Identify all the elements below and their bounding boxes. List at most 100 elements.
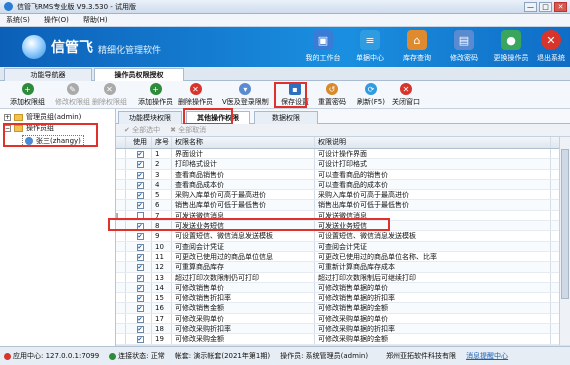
use-cell[interactable]: ✔ xyxy=(126,324,152,334)
use-checkbox[interactable]: ✔ xyxy=(136,181,144,189)
delete-group-button[interactable]: ✕ 删除权限组 xyxy=(92,83,127,107)
filler-cell xyxy=(551,159,559,168)
logo-slogan: 精细化管理软件 xyxy=(98,45,162,56)
message-center-link[interactable]: 消息提醒中心 xyxy=(466,351,508,361)
row-indicator xyxy=(116,149,126,159)
use-cell[interactable]: ✔ xyxy=(126,200,152,210)
tab-operator-auth[interactable]: 操作员权限授权 xyxy=(94,68,184,82)
nav-stock-query[interactable]: ⌂ 库存查询 xyxy=(394,30,440,63)
table-row[interactable]: ✔ 12 可重算商品库存 可重新计算商品库存成本 xyxy=(116,262,559,273)
status-bar: 应用中心: 127.0.0.1:7099 连接状态: 正常 帐套: 演示帐套(2… xyxy=(0,346,570,365)
reset-icon: ↺ xyxy=(326,83,338,95)
use-checkbox[interactable]: ✔ xyxy=(136,264,144,272)
add-operator-button[interactable]: + 添加操作员 xyxy=(138,83,173,107)
reset-password-button[interactable]: ↺ 重置密码 xyxy=(318,83,346,107)
filler-cell xyxy=(551,334,559,343)
use-cell[interactable]: ✔ xyxy=(126,169,152,179)
use-checkbox[interactable]: ✔ xyxy=(136,326,144,334)
use-checkbox[interactable]: ✔ xyxy=(136,151,144,158)
close-window-button[interactable]: ✕ xyxy=(554,2,567,12)
minimize-button[interactable]: — xyxy=(524,2,537,12)
use-cell[interactable]: ✔ xyxy=(126,190,152,200)
delete-operator-button[interactable]: ✕ 删除操作员 xyxy=(178,83,213,107)
table-row[interactable]: ✔ 10 可查阅会计凭证 可查阅会计凭证 xyxy=(116,241,559,252)
permission-name: 可查阅会计凭证 xyxy=(172,241,315,251)
table-row[interactable]: ✔ 2 打印格式设计 可设计打印格式 xyxy=(116,159,559,170)
use-checkbox[interactable]: ✔ xyxy=(136,305,144,313)
use-checkbox[interactable]: ✔ xyxy=(136,161,144,169)
nav-exit-system[interactable]: ✕ 退出系统 xyxy=(528,30,570,63)
tree-node-admin-group[interactable]: + 管理员组(admin) xyxy=(4,112,81,122)
use-cell[interactable]: ✔ xyxy=(126,334,152,344)
permission-desc: 可以查看商品的成本价 xyxy=(315,179,551,190)
menu-system[interactable]: 系统(S) xyxy=(6,15,30,25)
table-row[interactable]: ✔ 4 查看商品成本价 可以查看商品的成本价 xyxy=(116,179,559,191)
use-cell[interactable]: ✔ xyxy=(126,282,152,293)
use-checkbox[interactable]: ✔ xyxy=(136,233,144,241)
grid-header: 使用 序号 权限名称 权限说明 xyxy=(116,137,559,149)
use-checkbox[interactable]: ✔ xyxy=(136,336,144,344)
table-row[interactable]: ✔ 9 可设置短信、微信消息发送模板 可设置短信、微信消息发送模板 xyxy=(116,231,559,242)
add-user-icon: + xyxy=(149,83,162,95)
use-cell[interactable]: ✔ xyxy=(126,313,152,324)
use-checkbox[interactable]: ✔ xyxy=(136,253,144,261)
tab-data-permission[interactable]: 数据权限 xyxy=(254,111,318,124)
table-row[interactable]: ✔ 5 采购入库单价可高于最高进价 采购入库单价可高于最高进价 xyxy=(116,190,559,201)
use-cell[interactable]: ✔ xyxy=(126,241,152,251)
table-row[interactable]: ✔ 16 可修改销售金额 可修改销售单据的金额 xyxy=(116,303,559,314)
table-row[interactable]: ✔ 1 界面设计 可设计操作界面 xyxy=(116,149,559,160)
status-operator: 操作员: 系统管理员(admin) xyxy=(280,352,369,360)
table-row[interactable]: ✔ 13 超过打印次数限制仍可打印 超过打印次数限制后可继续打印 xyxy=(116,272,559,283)
use-cell[interactable]: ✔ xyxy=(126,149,152,159)
header-use[interactable]: 使用 xyxy=(126,137,152,148)
use-checkbox[interactable]: ✔ xyxy=(136,315,144,323)
use-cell[interactable]: ✔ xyxy=(126,272,152,282)
row-indicator xyxy=(116,190,126,200)
table-row[interactable]: ✔ 3 查看商品销售价 可以查看商品的销售价 xyxy=(116,169,559,180)
table-row[interactable]: ✔ 11 可更改已使用过的商品单位信息 可更改已使用过的商品单位名称、比率 xyxy=(116,251,559,263)
maximize-button[interactable]: □ xyxy=(539,2,552,12)
login-limit-button[interactable]: ▾ V医及登录限制 xyxy=(222,83,269,107)
use-cell[interactable]: ✔ xyxy=(126,293,152,303)
edit-group-button[interactable]: ✎ 修改权限组 xyxy=(55,83,90,107)
use-cell[interactable]: ✔ xyxy=(126,179,152,190)
scroll-thumb[interactable] xyxy=(561,149,569,299)
table-row[interactable]: ✔ 17 可修改采购单价 可修改采购单据的单价 xyxy=(116,313,559,325)
add-group-button[interactable]: + 添加权限组 xyxy=(10,83,45,107)
header-name[interactable]: 权限名称 xyxy=(172,137,315,148)
menu-help[interactable]: 帮助(H) xyxy=(83,15,108,25)
close-window-tool-button[interactable]: ✕ 关闭窗口 xyxy=(392,83,420,107)
table-row[interactable]: ✔ 14 可修改销售单价 可修改销售单据的单价 xyxy=(116,282,559,294)
table-row[interactable]: ✔ 6 销售出库单价可低于最低售价 销售出库单价可低于最低售价 xyxy=(116,200,559,211)
nav-change-password[interactable]: ▤ 修改密码 xyxy=(441,30,487,63)
cancel-all-button[interactable]: ✖ 全部取消 xyxy=(170,125,206,135)
header-no[interactable]: 序号 xyxy=(152,137,172,148)
menu-operation[interactable]: 操作(O) xyxy=(44,15,69,25)
use-cell[interactable]: ✔ xyxy=(126,231,152,241)
table-row[interactable]: ✔ 19 可修改采购金额 可修改采购单据的金额 xyxy=(116,334,559,345)
use-checkbox[interactable]: ✔ xyxy=(136,284,144,292)
use-checkbox[interactable]: ✔ xyxy=(136,274,144,282)
nav-document-center[interactable]: ≡ 单据中心 xyxy=(347,30,393,63)
use-cell[interactable]: ✔ xyxy=(126,262,152,272)
use-cell[interactable]: ✔ xyxy=(126,251,152,262)
nav-workbench[interactable]: ▣ 我的工作台 xyxy=(300,30,346,63)
use-checkbox[interactable]: ✔ xyxy=(136,171,144,179)
tab-navigator[interactable]: 功能导航器 xyxy=(4,68,92,81)
vertical-scrollbar[interactable] xyxy=(559,137,570,345)
use-checkbox[interactable]: ✔ xyxy=(136,295,144,303)
tab-module-permission[interactable]: 功能模块权限 xyxy=(118,111,182,124)
table-row[interactable]: ✔ 15 可修改销售折扣率 可修改销售单据的折扣率 xyxy=(116,293,559,304)
stock-icon: ⌂ xyxy=(407,30,427,50)
refresh-button[interactable]: ⟳ 刷新(F5) xyxy=(357,83,385,107)
use-cell[interactable]: ✔ xyxy=(126,303,152,313)
select-all-button[interactable]: ✔ 全部选中 xyxy=(124,125,160,135)
header-desc[interactable]: 权限说明 xyxy=(315,137,551,148)
permission-name: 采购入库单价可高于最高进价 xyxy=(172,190,315,200)
use-checkbox[interactable]: ✔ xyxy=(136,192,144,200)
use-checkbox[interactable]: ✔ xyxy=(136,243,144,251)
use-cell[interactable]: ✔ xyxy=(126,159,152,169)
add-icon: + xyxy=(21,83,34,95)
table-row[interactable]: ✔ 18 可修改采购折扣率 可修改采购单据的折扣率 xyxy=(116,324,559,335)
use-checkbox[interactable]: ✔ xyxy=(136,202,144,210)
